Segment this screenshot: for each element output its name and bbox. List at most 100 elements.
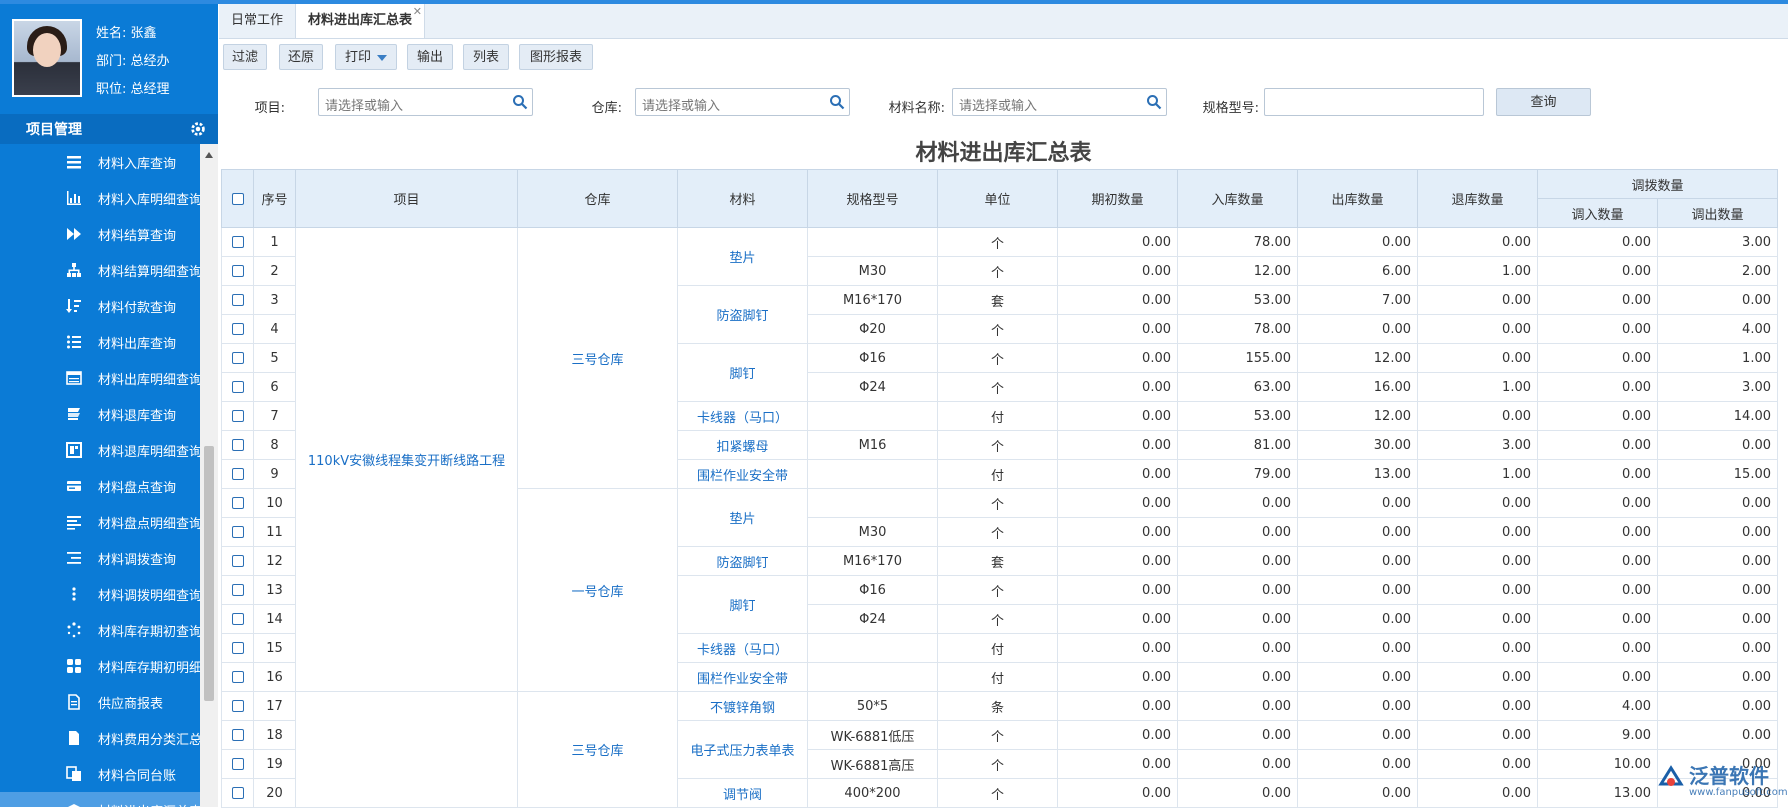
- gear-icon[interactable]: [189, 120, 207, 138]
- row-select-cell[interactable]: [221, 372, 254, 402]
- row-select-cell[interactable]: [221, 720, 254, 750]
- material-name-input[interactable]: 请选择或输入: [952, 88, 1167, 116]
- sidebar-item-16[interactable]: 供应商报表: [0, 684, 200, 720]
- sidebar-item-18[interactable]: 材料合同台账: [0, 756, 200, 792]
- sidebar-item-14[interactable]: 材料库存期初查询: [0, 612, 200, 648]
- sidebar-item-9[interactable]: 材料退库明细查询: [0, 432, 200, 468]
- cell-material[interactable]: 调节阀: [677, 778, 808, 808]
- cell-warehouse[interactable]: 一号仓库: [517, 488, 678, 692]
- sidebar-item-15[interactable]: 材料库存期初明细: [0, 648, 200, 684]
- project-input[interactable]: 请选择或输入: [318, 88, 533, 116]
- chart-report-button[interactable]: 图形报表: [519, 44, 593, 70]
- search-icon[interactable]: [829, 94, 845, 110]
- select-all-header[interactable]: [221, 169, 254, 228]
- row-select-cell[interactable]: [221, 633, 254, 663]
- row-checkbox[interactable]: [231, 758, 244, 770]
- cell-material[interactable]: 围栏作业安全带: [677, 662, 808, 692]
- cell-warehouse[interactable]: 三号仓库: [517, 691, 678, 808]
- row-select-cell[interactable]: [221, 488, 254, 518]
- cell-material[interactable]: 不镀锌角钢: [677, 691, 808, 721]
- table-row[interactable]: 1 110kV安徽线程集变开断线路工程 三号仓库 垫片个 0.00 78.00 0.00 0.…: [221, 227, 1778, 692]
- table-row[interactable]: 17 三号仓库 不镀锌角钢 50*5 条 0.00 0.00 0.00 0.00 4.00 0.00: [221, 691, 1778, 808]
- cell-material[interactable]: 围栏作业安全带: [677, 459, 808, 489]
- row-select-cell[interactable]: [221, 662, 254, 692]
- cell-material[interactable]: 脚钉: [677, 343, 808, 402]
- cell-material[interactable]: 防盗脚钉: [677, 546, 808, 576]
- sidebar-item-3[interactable]: 材料结算查询: [0, 216, 200, 252]
- row-checkbox[interactable]: [231, 439, 244, 451]
- cell-material[interactable]: 卡线器（马口）: [677, 633, 808, 663]
- cell-material[interactable]: 垫片: [677, 227, 808, 286]
- export-button[interactable]: 输出: [407, 44, 453, 70]
- row-select-cell[interactable]: [221, 401, 254, 431]
- cell-warehouse[interactable]: 三号仓库: [517, 227, 678, 489]
- sidebar-item-6[interactable]: 材料出库查询: [0, 324, 200, 360]
- row-checkbox[interactable]: [231, 729, 244, 741]
- sidebar-item-12[interactable]: 材料调拨查询: [0, 540, 200, 576]
- row-checkbox[interactable]: [231, 613, 244, 625]
- row-select-cell[interactable]: [221, 459, 254, 489]
- row-select-cell[interactable]: [221, 517, 254, 547]
- sidebar-item-1[interactable]: 材料入库查询: [0, 144, 200, 180]
- row-checkbox[interactable]: [231, 294, 244, 306]
- row-select-cell[interactable]: [221, 575, 254, 605]
- scrollbar-thumb[interactable]: [204, 446, 214, 701]
- filter-button[interactable]: 过滤: [223, 44, 267, 70]
- row-checkbox[interactable]: [231, 352, 244, 364]
- search-icon[interactable]: [512, 94, 528, 110]
- close-tab-icon[interactable]: ✕: [413, 0, 422, 29]
- row-checkbox[interactable]: [231, 555, 244, 567]
- print-button[interactable]: 打印: [335, 44, 397, 70]
- row-checkbox[interactable]: [231, 265, 244, 277]
- row-checkbox[interactable]: [231, 787, 244, 799]
- sidebar-item-11[interactable]: 材料盘点明细查询: [0, 504, 200, 540]
- search-icon[interactable]: [1146, 94, 1162, 110]
- row-select-cell[interactable]: [221, 604, 254, 634]
- sidebar-item-17[interactable]: 材料费用分类汇总: [0, 720, 200, 756]
- cell-material[interactable]: 卡线器（马口）: [677, 401, 808, 431]
- scroll-up-arrow[interactable]: [205, 152, 213, 158]
- cell-material[interactable]: 脚钉: [677, 575, 808, 634]
- row-select-cell[interactable]: [221, 691, 254, 721]
- sidebar-item-10[interactable]: 材料盘点查询: [0, 468, 200, 504]
- sidebar-scrollbar[interactable]: [200, 144, 218, 807]
- sidebar-item-13[interactable]: 材料调拨明细查询: [0, 576, 200, 612]
- row-select-cell[interactable]: [221, 749, 254, 779]
- sidebar-item-19[interactable]: 材料进出库汇总表: [0, 792, 200, 807]
- row-checkbox[interactable]: [231, 642, 244, 654]
- tab-daily-work[interactable]: 日常工作: [219, 4, 295, 38]
- cell-material[interactable]: 防盗脚钉: [677, 285, 808, 344]
- row-select-cell[interactable]: [221, 546, 254, 576]
- row-checkbox[interactable]: [231, 526, 244, 538]
- row-select-cell[interactable]: [221, 430, 254, 460]
- sidebar-item-4[interactable]: 材料结算明细查询: [0, 252, 200, 288]
- sidebar-item-5[interactable]: 材料付款查询: [0, 288, 200, 324]
- select-all-checkbox[interactable]: [231, 192, 244, 205]
- row-select-cell[interactable]: [221, 285, 254, 315]
- row-select-cell[interactable]: [221, 778, 254, 808]
- row-checkbox[interactable]: [231, 236, 244, 248]
- cell-material[interactable]: 垫片: [677, 488, 808, 547]
- warehouse-input[interactable]: 请选择或输入: [635, 88, 850, 116]
- cell-project[interactable]: 110kV安徽线程集变开断线路工程: [295, 227, 518, 692]
- sidebar-item-2[interactable]: 材料入库明细查询: [0, 180, 200, 216]
- cell-project[interactable]: [295, 691, 518, 808]
- row-select-cell[interactable]: [221, 343, 254, 373]
- row-select-cell[interactable]: [221, 314, 254, 344]
- spec-input[interactable]: [1264, 88, 1484, 116]
- cell-material[interactable]: 电子式压力表单表: [677, 720, 808, 779]
- row-select-cell[interactable]: [221, 256, 254, 286]
- section-project-management[interactable]: 项目管理: [0, 114, 218, 144]
- row-checkbox[interactable]: [231, 700, 244, 712]
- cell-material[interactable]: 扣紧螺母: [677, 430, 808, 460]
- row-checkbox[interactable]: [231, 584, 244, 596]
- row-checkbox[interactable]: [231, 497, 244, 509]
- restore-button[interactable]: 还原: [279, 44, 323, 70]
- row-checkbox[interactable]: [231, 323, 244, 335]
- sidebar-item-8[interactable]: 材料退库查询: [0, 396, 200, 432]
- row-checkbox[interactable]: [231, 671, 244, 683]
- query-button[interactable]: 查询: [1496, 88, 1591, 116]
- sidebar-item-7[interactable]: 材料出库明细查询: [0, 360, 200, 396]
- tab-material-summary[interactable]: 材料进出库汇总表 ✕: [295, 4, 426, 38]
- row-select-cell[interactable]: [221, 227, 254, 257]
